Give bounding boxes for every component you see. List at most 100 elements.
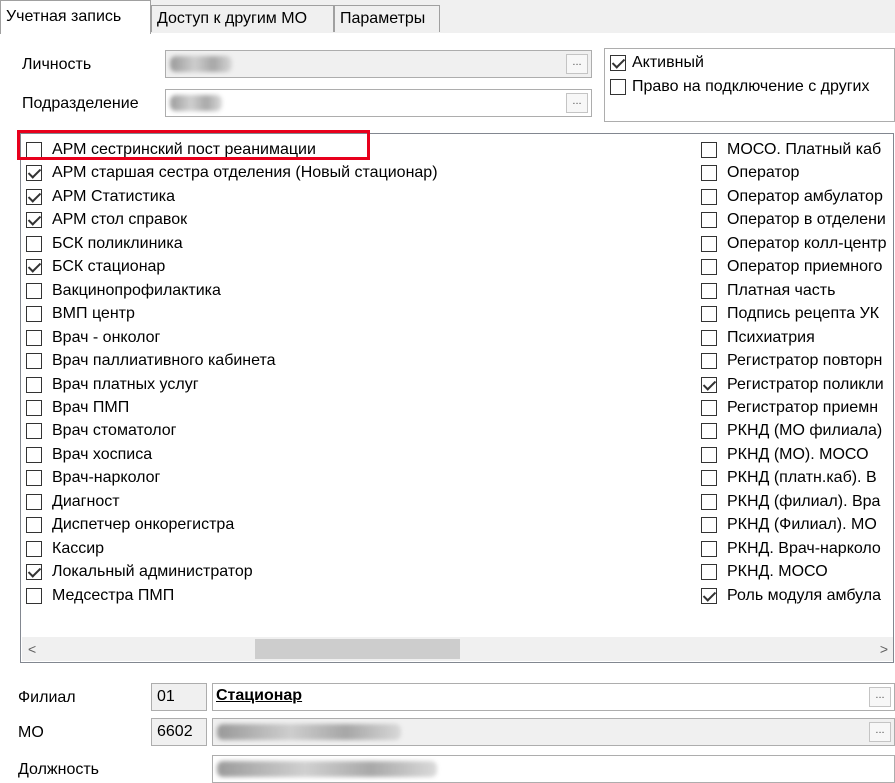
role-checkbox[interactable] [701, 517, 717, 534]
role-label: РКНД (МО). МОСО [727, 445, 869, 463]
role-label: АРМ старшая сестра отделения (Новый стац… [52, 164, 438, 182]
role-checkbox[interactable] [26, 376, 42, 393]
role-checkbox[interactable] [26, 399, 42, 416]
personality-label: Личность [22, 56, 92, 73]
highlight-box [17, 130, 370, 160]
role-checkbox[interactable] [26, 423, 42, 440]
role-checkbox[interactable] [701, 329, 717, 346]
role-checkbox[interactable] [701, 353, 717, 370]
role-checkbox[interactable] [26, 188, 42, 205]
role-checkbox[interactable] [26, 540, 42, 557]
personality-redacted [170, 56, 232, 72]
role-checkbox[interactable] [26, 493, 42, 510]
role-checkbox[interactable] [701, 165, 717, 182]
connect-right-checkbox[interactable] [610, 79, 626, 95]
role-checkbox[interactable] [26, 259, 42, 276]
tab-access-other-mo[interactable]: Доступ к другим МО [151, 5, 334, 32]
branch-code-field[interactable]: 01 [151, 683, 207, 711]
mo-name-field[interactable]: ... [212, 718, 895, 746]
role-checkbox[interactable] [701, 376, 717, 393]
scrollbar-thumb[interactable] [255, 639, 460, 659]
role-checkbox[interactable] [26, 329, 42, 346]
role-checkbox[interactable] [701, 564, 717, 581]
role-label: РКНД (филиал). Вра [727, 492, 881, 510]
role-label: Регистратор повторн [727, 352, 883, 370]
department-field[interactable]: ... [165, 89, 592, 117]
role-checkbox[interactable] [26, 517, 42, 534]
account-panel: Личность ... Подразделение ... Активный … [0, 33, 895, 783]
role-label: Оператор приемного [727, 258, 883, 276]
role-checkbox[interactable] [701, 587, 717, 604]
role-checkbox[interactable] [26, 165, 42, 182]
role-checkbox[interactable] [701, 188, 717, 205]
role-checkbox[interactable] [26, 353, 42, 370]
role-checkbox[interactable] [701, 399, 717, 416]
tab-account[interactable]: Учетная запись [0, 0, 151, 34]
role-checkbox[interactable] [701, 493, 717, 510]
role-checkbox[interactable] [26, 282, 42, 299]
branch-label: Филиал [18, 689, 76, 706]
role-label: РКНД. Врач-нарколо [727, 539, 881, 557]
position-field[interactable] [212, 755, 895, 783]
role-label: БСК стационар [52, 258, 166, 276]
personality-field[interactable]: ... [165, 50, 592, 78]
role-label: РКНД (МО филиала) [727, 422, 883, 440]
branch-browse-button[interactable]: ... [869, 687, 891, 707]
role-label: Диспетчер онкорегистра [52, 516, 235, 534]
role-label: Кассир [52, 539, 105, 557]
connect-right-label: Право на подключение с других [632, 78, 870, 95]
role-label: Психиатрия [727, 328, 815, 346]
role-label: Локальный администратор [52, 563, 253, 581]
role-checkbox[interactable] [701, 423, 717, 440]
role-label: Врач хосписа [52, 445, 153, 463]
mo-name-redacted [217, 724, 401, 740]
scroll-right-arrow[interactable]: > [880, 641, 888, 657]
personality-browse-button[interactable]: ... [566, 54, 588, 74]
mo-code-field[interactable]: 6602 [151, 718, 207, 746]
role-label: РКНД. МОСО [727, 563, 828, 581]
branch-name-field[interactable]: Стационар ... [212, 683, 895, 711]
role-checkbox[interactable] [26, 470, 42, 487]
role-label: Врач-нарколог [52, 469, 161, 487]
department-browse-button[interactable]: ... [566, 93, 588, 113]
scroll-left-arrow[interactable]: < [28, 641, 36, 657]
active-label: Активный [632, 54, 704, 71]
mo-label: МО [18, 724, 44, 741]
role-checkbox[interactable] [701, 306, 717, 323]
role-checkbox[interactable] [26, 446, 42, 463]
role-checkbox[interactable] [701, 259, 717, 276]
role-checkbox[interactable] [26, 306, 42, 323]
role-checkbox[interactable] [26, 235, 42, 252]
account-flags-group: Активный Право на подключение с других [604, 48, 895, 122]
role-label: Врач паллиативного кабинета [52, 352, 276, 370]
roles-list[interactable]: АРМ сестринский пост реанимации АРМ старш… [20, 133, 894, 663]
role-checkbox[interactable] [701, 470, 717, 487]
role-checkbox[interactable] [26, 212, 42, 229]
role-checkbox[interactable] [701, 235, 717, 252]
active-checkbox[interactable] [610, 55, 626, 71]
tab-parameters[interactable]: Параметры [334, 5, 440, 32]
role-checkbox[interactable] [26, 564, 42, 581]
role-label: Оператор колл-центр [727, 234, 887, 252]
role-checkbox[interactable] [701, 446, 717, 463]
role-label: Роль модуля амбула [727, 586, 882, 604]
tab-strip: Учетная запись Доступ к другим МО Параме… [0, 0, 895, 34]
role-checkbox[interactable] [701, 142, 717, 158]
role-checkbox[interactable] [701, 282, 717, 299]
horizontal-scrollbar[interactable]: < > [22, 637, 893, 661]
role-label: БСК поликлиника [52, 234, 183, 252]
branch-name-value: Стационар [216, 687, 303, 704]
role-checkbox[interactable] [26, 587, 42, 604]
role-label: Оператор в отделени [727, 211, 886, 229]
mo-browse-button[interactable]: ... [869, 722, 891, 742]
role-label: АРМ стол справок [52, 211, 188, 229]
role-label: РКНД (Филиал). МО [727, 516, 877, 534]
role-checkbox[interactable] [701, 540, 717, 557]
role-label: Врач платных услуг [52, 375, 199, 393]
department-label: Подразделение [22, 95, 139, 112]
role-label: РКНД (платн.каб). В [727, 469, 877, 487]
role-label: Диагност [52, 492, 120, 510]
position-redacted [217, 761, 437, 777]
role-checkbox[interactable] [701, 212, 717, 229]
role-label: Вакцинопрофилактика [52, 281, 221, 299]
